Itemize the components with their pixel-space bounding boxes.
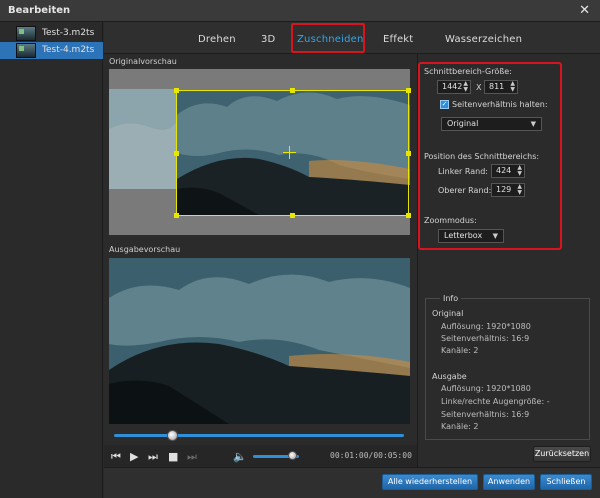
top-margin-stepper[interactable]: 129 ▲ ▼ xyxy=(491,183,525,197)
active-tab-highlight xyxy=(291,23,365,53)
chevron-down-icon: ▼ xyxy=(492,232,498,240)
info-output-heading: Ausgabe xyxy=(432,372,467,381)
crop-handle-top-right[interactable] xyxy=(406,88,411,93)
file-name: Test-3.m2ts xyxy=(42,28,95,38)
info-original-aspect: Seitenverhältnis: 16:9 xyxy=(441,334,530,343)
close-button[interactable]: Schließen xyxy=(540,474,592,490)
crop-handle-bottom-left[interactable] xyxy=(174,213,179,218)
end-icon[interactable]: ⏭ xyxy=(187,451,197,462)
crop-position-label: Position des Schnittbereichs: xyxy=(424,152,540,161)
previous-frame-icon[interactable]: ⏮ xyxy=(111,451,121,462)
keep-ratio-checkbox[interactable]: ✓ xyxy=(440,100,449,109)
volume-icon[interactable]: 🔈 xyxy=(233,451,247,462)
restore-all-button[interactable]: Alle wiederherstellen xyxy=(382,474,478,490)
crop-handle-left[interactable] xyxy=(174,151,179,156)
info-original-channels: Kanäle: 2 xyxy=(441,346,479,355)
tab-3d[interactable]: 3D xyxy=(261,34,275,45)
title-bar: Bearbeiten ✕ xyxy=(0,0,600,22)
crop-handle-bottom-right[interactable] xyxy=(406,213,411,218)
tab-wasserzeichen[interactable]: Wasserzeichen xyxy=(445,34,522,45)
stepper-arrows-icon[interactable]: ▲ ▼ xyxy=(510,81,515,93)
top-margin-label: Oberer Rand: xyxy=(438,186,492,195)
left-margin-label: Linker Rand: xyxy=(438,167,488,176)
info-output-resolution: Auflösung: 1920*1080 xyxy=(441,384,531,393)
crop-height-stepper[interactable]: 811 ▲ ▼ xyxy=(484,80,518,94)
crop-center-crosshair-icon xyxy=(283,146,296,159)
stepper-arrows-icon[interactable]: ▲ ▼ xyxy=(517,184,522,196)
info-output-channels: Kanäle: 2 xyxy=(441,422,479,431)
crop-width-stepper[interactable]: 1442 ▲ ▼ xyxy=(437,80,471,94)
file-item-test-4[interactable]: Test-4.m2ts xyxy=(0,42,103,59)
info-output-aspect: Seitenverhältnis: 16:9 xyxy=(441,410,530,419)
info-original-resolution: Auflösung: 1920*1080 xyxy=(441,322,531,331)
output-preview-label: Ausgabevorschau xyxy=(109,245,181,254)
crop-handle-bottom[interactable] xyxy=(290,213,295,218)
stepper-arrows-icon[interactable]: ▲ ▼ xyxy=(517,165,522,177)
seek-track[interactable] xyxy=(114,434,404,437)
video-thumbnail-icon xyxy=(16,26,36,41)
reset-button[interactable]: Zurücksetzen xyxy=(533,446,591,462)
crop-size-times: X xyxy=(476,83,482,92)
apply-button[interactable]: Anwenden xyxy=(483,474,535,490)
crop-size-label: Schnittbereich-Größe: xyxy=(424,67,512,76)
stop-icon[interactable]: ■ xyxy=(168,451,178,462)
edit-tabs: Drehen 3D Zuschneiden Effekt Wasserzeich… xyxy=(104,22,600,54)
window-title: Bearbeiten xyxy=(8,5,71,16)
zoom-mode-label: Zoommodus: xyxy=(424,216,477,225)
crop-handle-top-left[interactable] xyxy=(174,88,179,93)
info-original-heading: Original xyxy=(432,309,464,318)
chevron-down-icon: ▼ xyxy=(530,120,536,128)
aspect-ratio-select[interactable]: Original ▼ xyxy=(441,117,542,131)
stepper-arrows-icon[interactable]: ▲ ▼ xyxy=(463,81,468,93)
output-video-frame xyxy=(109,258,410,424)
info-output-eye-size: Linke/rechte Augengröße: - xyxy=(441,397,550,406)
file-item-test-3[interactable]: Test-3.m2ts xyxy=(0,25,103,42)
file-list: Test-3.m2ts Test-4.m2ts xyxy=(0,22,103,498)
close-icon[interactable]: ✕ xyxy=(579,3,590,18)
crop-handle-top[interactable] xyxy=(290,88,295,93)
next-frame-icon[interactable]: ⏭ xyxy=(148,451,158,462)
file-name: Test-4.m2ts xyxy=(42,45,95,55)
seek-handle[interactable] xyxy=(166,430,178,441)
info-title: Info xyxy=(440,294,462,303)
video-thumbnail-icon xyxy=(16,43,36,58)
keep-ratio-label: Seitenverhältnis halten: xyxy=(452,100,548,109)
tab-drehen[interactable]: Drehen xyxy=(198,34,236,45)
zoom-mode-select[interactable]: Letterbox ▼ xyxy=(438,229,504,243)
timecode: 00:01:00/00:05:00 xyxy=(330,451,412,460)
original-preview-label: Originalvorschau xyxy=(109,57,177,66)
crop-handle-right[interactable] xyxy=(406,151,411,156)
play-icon[interactable]: ▶ xyxy=(130,451,138,462)
tab-effekt[interactable]: Effekt xyxy=(383,34,413,45)
left-margin-stepper[interactable]: 424 ▲ ▼ xyxy=(491,164,525,178)
volume-handle[interactable] xyxy=(287,451,297,460)
output-preview xyxy=(109,258,410,424)
